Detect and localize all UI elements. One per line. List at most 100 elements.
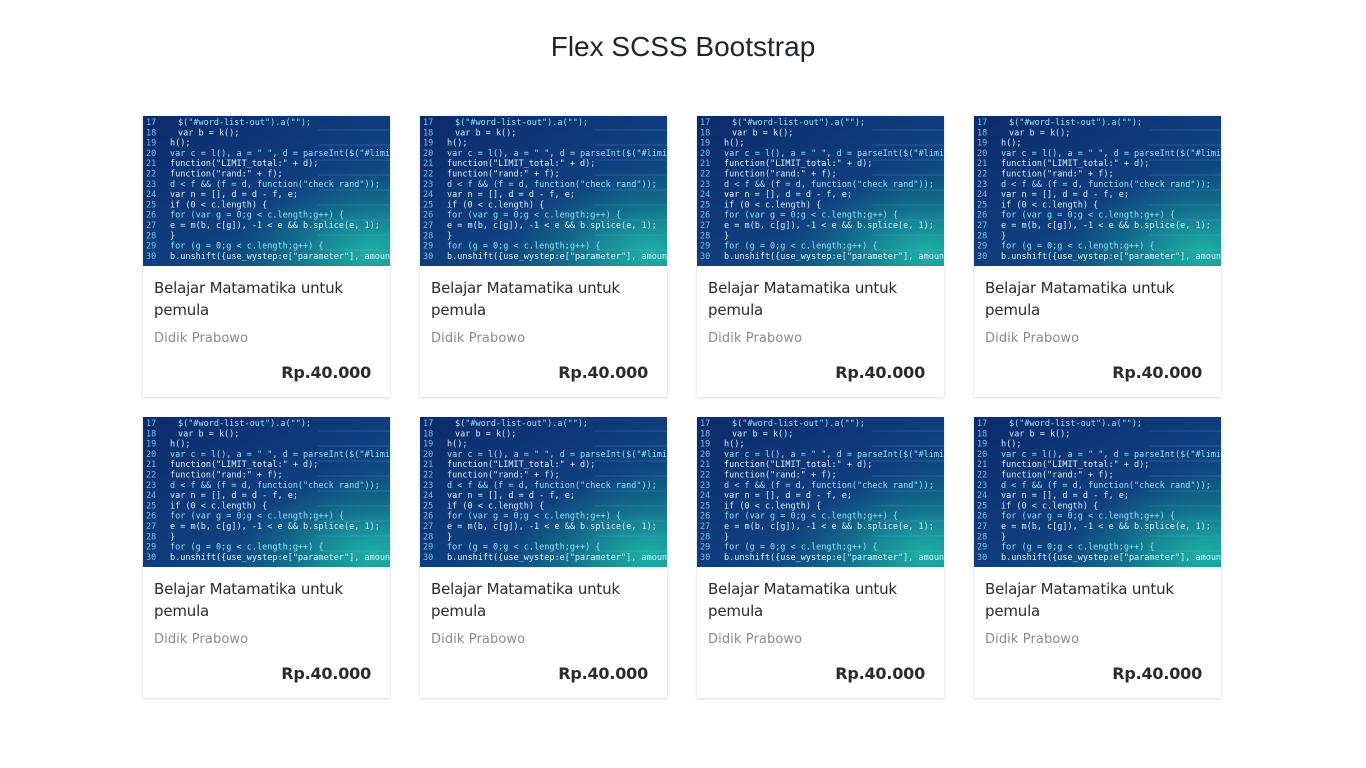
code-line-text: e = m(b, c[g]), -1 < e && b.splice(e, 1)… xyxy=(724,221,934,231)
code-line-number: 22 xyxy=(977,471,987,481)
course-card[interactable]: 17 $("#word-list-out").a(""); 18 var b = k(… xyxy=(420,116,667,397)
code-line-number: 30 xyxy=(146,252,156,262)
code-line-text: if (0 < c.length) { xyxy=(447,501,544,511)
course-thumbnail[interactable]: 17 $("#word-list-out").a(""); 18 var b = k(… xyxy=(143,116,390,266)
course-title[interactable]: Belajar Matamatika untuk pemula xyxy=(431,578,631,622)
course-card[interactable]: 17 $("#word-list-out").a(""); 18 var b = k(… xyxy=(143,116,390,397)
code-line-text: var n = [], d = d - f, e; xyxy=(170,190,298,200)
course-thumbnail[interactable]: 17 $("#word-list-out").a(""); 18 var b = k(… xyxy=(697,116,944,266)
code-line-text: $("#word-list-out").a(""); xyxy=(178,419,311,429)
code-line-number: 17 xyxy=(423,419,433,429)
code-line-text: b.unshift({use_wystep:e["parameter"], am… xyxy=(447,252,667,262)
code-line-text: e = m(b, c[g]), -1 < e && b.splice(e, 1)… xyxy=(447,522,657,532)
code-line-number: 17 xyxy=(423,118,433,128)
code-line-text: function("rand:" + f); xyxy=(724,471,837,481)
code-line-number: 19 xyxy=(977,440,987,450)
code-line-text: d < f && (f = d, function("check rand"))… xyxy=(170,481,380,491)
code-line-number: 23 xyxy=(977,481,987,491)
code-line-number: 23 xyxy=(700,481,710,491)
course-card[interactable]: 17 $("#word-list-out").a(""); 18 var b = k(… xyxy=(697,417,944,698)
code-line-number: 25 xyxy=(146,200,156,210)
course-card[interactable]: 17 $("#word-list-out").a(""); 18 var b = k(… xyxy=(974,417,1221,698)
code-line-number: 27 xyxy=(700,522,710,532)
course-thumbnail[interactable]: 17 $("#word-list-out").a(""); 18 var b = k(… xyxy=(974,417,1221,567)
code-line-number: 21 xyxy=(977,460,987,470)
code-line-text: d < f && (f = d, function("check rand"))… xyxy=(447,481,657,491)
course-thumbnail[interactable]: 17 $("#word-list-out").a(""); 18 var b = k(… xyxy=(697,417,944,567)
code-line-number: 20 xyxy=(146,149,156,159)
code-line-number: 30 xyxy=(977,252,987,262)
code-line-number: 24 xyxy=(977,491,987,501)
code-line-text: for (var g = 0;g < c.length;g++) { xyxy=(447,512,621,522)
code-line-text: for (g = 0;g < c.length;g++) { xyxy=(170,543,324,553)
code-line-text: } xyxy=(170,532,175,542)
code-line-number: 18 xyxy=(423,128,433,138)
code-line-number: 23 xyxy=(146,180,156,190)
code-line-number: 24 xyxy=(146,491,156,501)
code-line-text: e = m(b, c[g]), -1 < e && b.splice(e, 1)… xyxy=(1001,522,1211,532)
code-line-number: 26 xyxy=(700,211,710,221)
card-body: Belajar Matamatika untuk pemula Didik Pr… xyxy=(143,567,390,698)
course-thumbnail[interactable]: 17 $("#word-list-out").a(""); 18 var b = k(… xyxy=(974,116,1221,266)
code-line-text: h(); xyxy=(170,440,190,450)
course-card[interactable]: 17 $("#word-list-out").a(""); 18 var b = k(… xyxy=(420,417,667,698)
code-line-number: 20 xyxy=(146,450,156,460)
course-grid: 17 $("#word-list-out").a(""); 18 var b = k(… xyxy=(143,116,1223,698)
code-line-number: 25 xyxy=(423,501,433,511)
course-thumbnail[interactable]: 17 $("#word-list-out").a(""); 18 var b = k(… xyxy=(420,116,667,266)
course-title[interactable]: Belajar Matamatika untuk pemula xyxy=(985,578,1185,622)
code-line-text: for (g = 0;g < c.length;g++) { xyxy=(724,543,878,553)
code-line-number: 29 xyxy=(423,543,433,553)
course-thumbnail[interactable]: 17 $("#word-list-out").a(""); 18 var b = k(… xyxy=(143,417,390,567)
code-line-number: 29 xyxy=(146,543,156,553)
code-line-text: if (0 < c.length) { xyxy=(724,200,821,210)
course-author: Didik Prabowo xyxy=(985,331,1080,346)
course-title[interactable]: Belajar Matamatika untuk pemula xyxy=(154,578,354,622)
code-line-text: for (g = 0;g < c.length;g++) { xyxy=(447,543,601,553)
code-line-text: function("LIMIT_total:" + d); xyxy=(447,460,595,470)
code-line-number: 29 xyxy=(700,543,710,553)
code-line-number: 18 xyxy=(977,128,987,138)
course-author: Didik Prabowo xyxy=(154,331,249,346)
code-line-number: 22 xyxy=(423,471,433,481)
code-line-text: for (g = 0;g < c.length;g++) { xyxy=(724,242,878,252)
course-title[interactable]: Belajar Matamatika untuk pemula xyxy=(708,277,908,321)
code-line-number: 25 xyxy=(977,501,987,511)
code-line-number: 19 xyxy=(977,139,987,149)
code-line-text: var n = [], d = d - f, e; xyxy=(170,491,298,501)
code-line-text: e = m(b, c[g]), -1 < e && b.splice(e, 1)… xyxy=(170,221,380,231)
code-line-number: 20 xyxy=(423,149,433,159)
card-body: Belajar Matamatika untuk pemula Didik Pr… xyxy=(697,567,944,698)
card-body: Belajar Matamatika untuk pemula Didik Pr… xyxy=(974,266,1221,397)
code-line-text: if (0 < c.length) { xyxy=(1001,501,1098,511)
code-line-text: d < f && (f = d, function("check rand"))… xyxy=(1001,180,1211,190)
course-title[interactable]: Belajar Matamatika untuk pemula xyxy=(154,277,354,321)
course-card[interactable]: 17 $("#word-list-out").a(""); 18 var b = k(… xyxy=(697,116,944,397)
course-card[interactable]: 17 $("#word-list-out").a(""); 18 var b = k(… xyxy=(974,116,1221,397)
code-line-text: d < f && (f = d, function("check rand"))… xyxy=(1001,481,1211,491)
course-title[interactable]: Belajar Matamatika untuk pemula xyxy=(985,277,1185,321)
code-line-text: var n = [], d = d - f, e; xyxy=(1001,190,1129,200)
code-line-text: function("rand:" + f); xyxy=(1001,170,1114,180)
code-line-text: for (var g = 0;g < c.length;g++) { xyxy=(1001,512,1175,522)
code-line-text: for (g = 0;g < c.length;g++) { xyxy=(170,242,324,252)
code-line-text: function("rand:" + f); xyxy=(170,471,283,481)
code-line-text: var c = l(), a = " ", d = parseInt($("#l… xyxy=(170,149,390,159)
course-price: Rp.40.000 xyxy=(1112,664,1202,683)
code-line-text: function("LIMIT_total:" + d); xyxy=(724,159,872,169)
course-author: Didik Prabowo xyxy=(431,331,526,346)
code-line-number: 28 xyxy=(977,532,987,542)
code-line-text: var c = l(), a = " ", d = parseInt($("#l… xyxy=(724,450,944,460)
code-line-text: var b = k(); xyxy=(178,429,239,439)
course-title[interactable]: Belajar Matamatika untuk pemula xyxy=(708,578,908,622)
course-title[interactable]: Belajar Matamatika untuk pemula xyxy=(431,277,631,321)
course-thumbnail[interactable]: 17 $("#word-list-out").a(""); 18 var b = k(… xyxy=(420,417,667,567)
code-line-text: if (0 < c.length) { xyxy=(170,501,267,511)
course-card[interactable]: 17 $("#word-list-out").a(""); 18 var b = k(… xyxy=(143,417,390,698)
code-line-text: h(); xyxy=(724,139,744,149)
code-line-text: for (var g = 0;g < c.length;g++) { xyxy=(170,512,344,522)
course-price: Rp.40.000 xyxy=(281,664,371,683)
code-line-text: var n = [], d = d - f, e; xyxy=(724,190,852,200)
code-line-text: for (g = 0;g < c.length;g++) { xyxy=(447,242,601,252)
code-line-text: h(); xyxy=(724,440,744,450)
